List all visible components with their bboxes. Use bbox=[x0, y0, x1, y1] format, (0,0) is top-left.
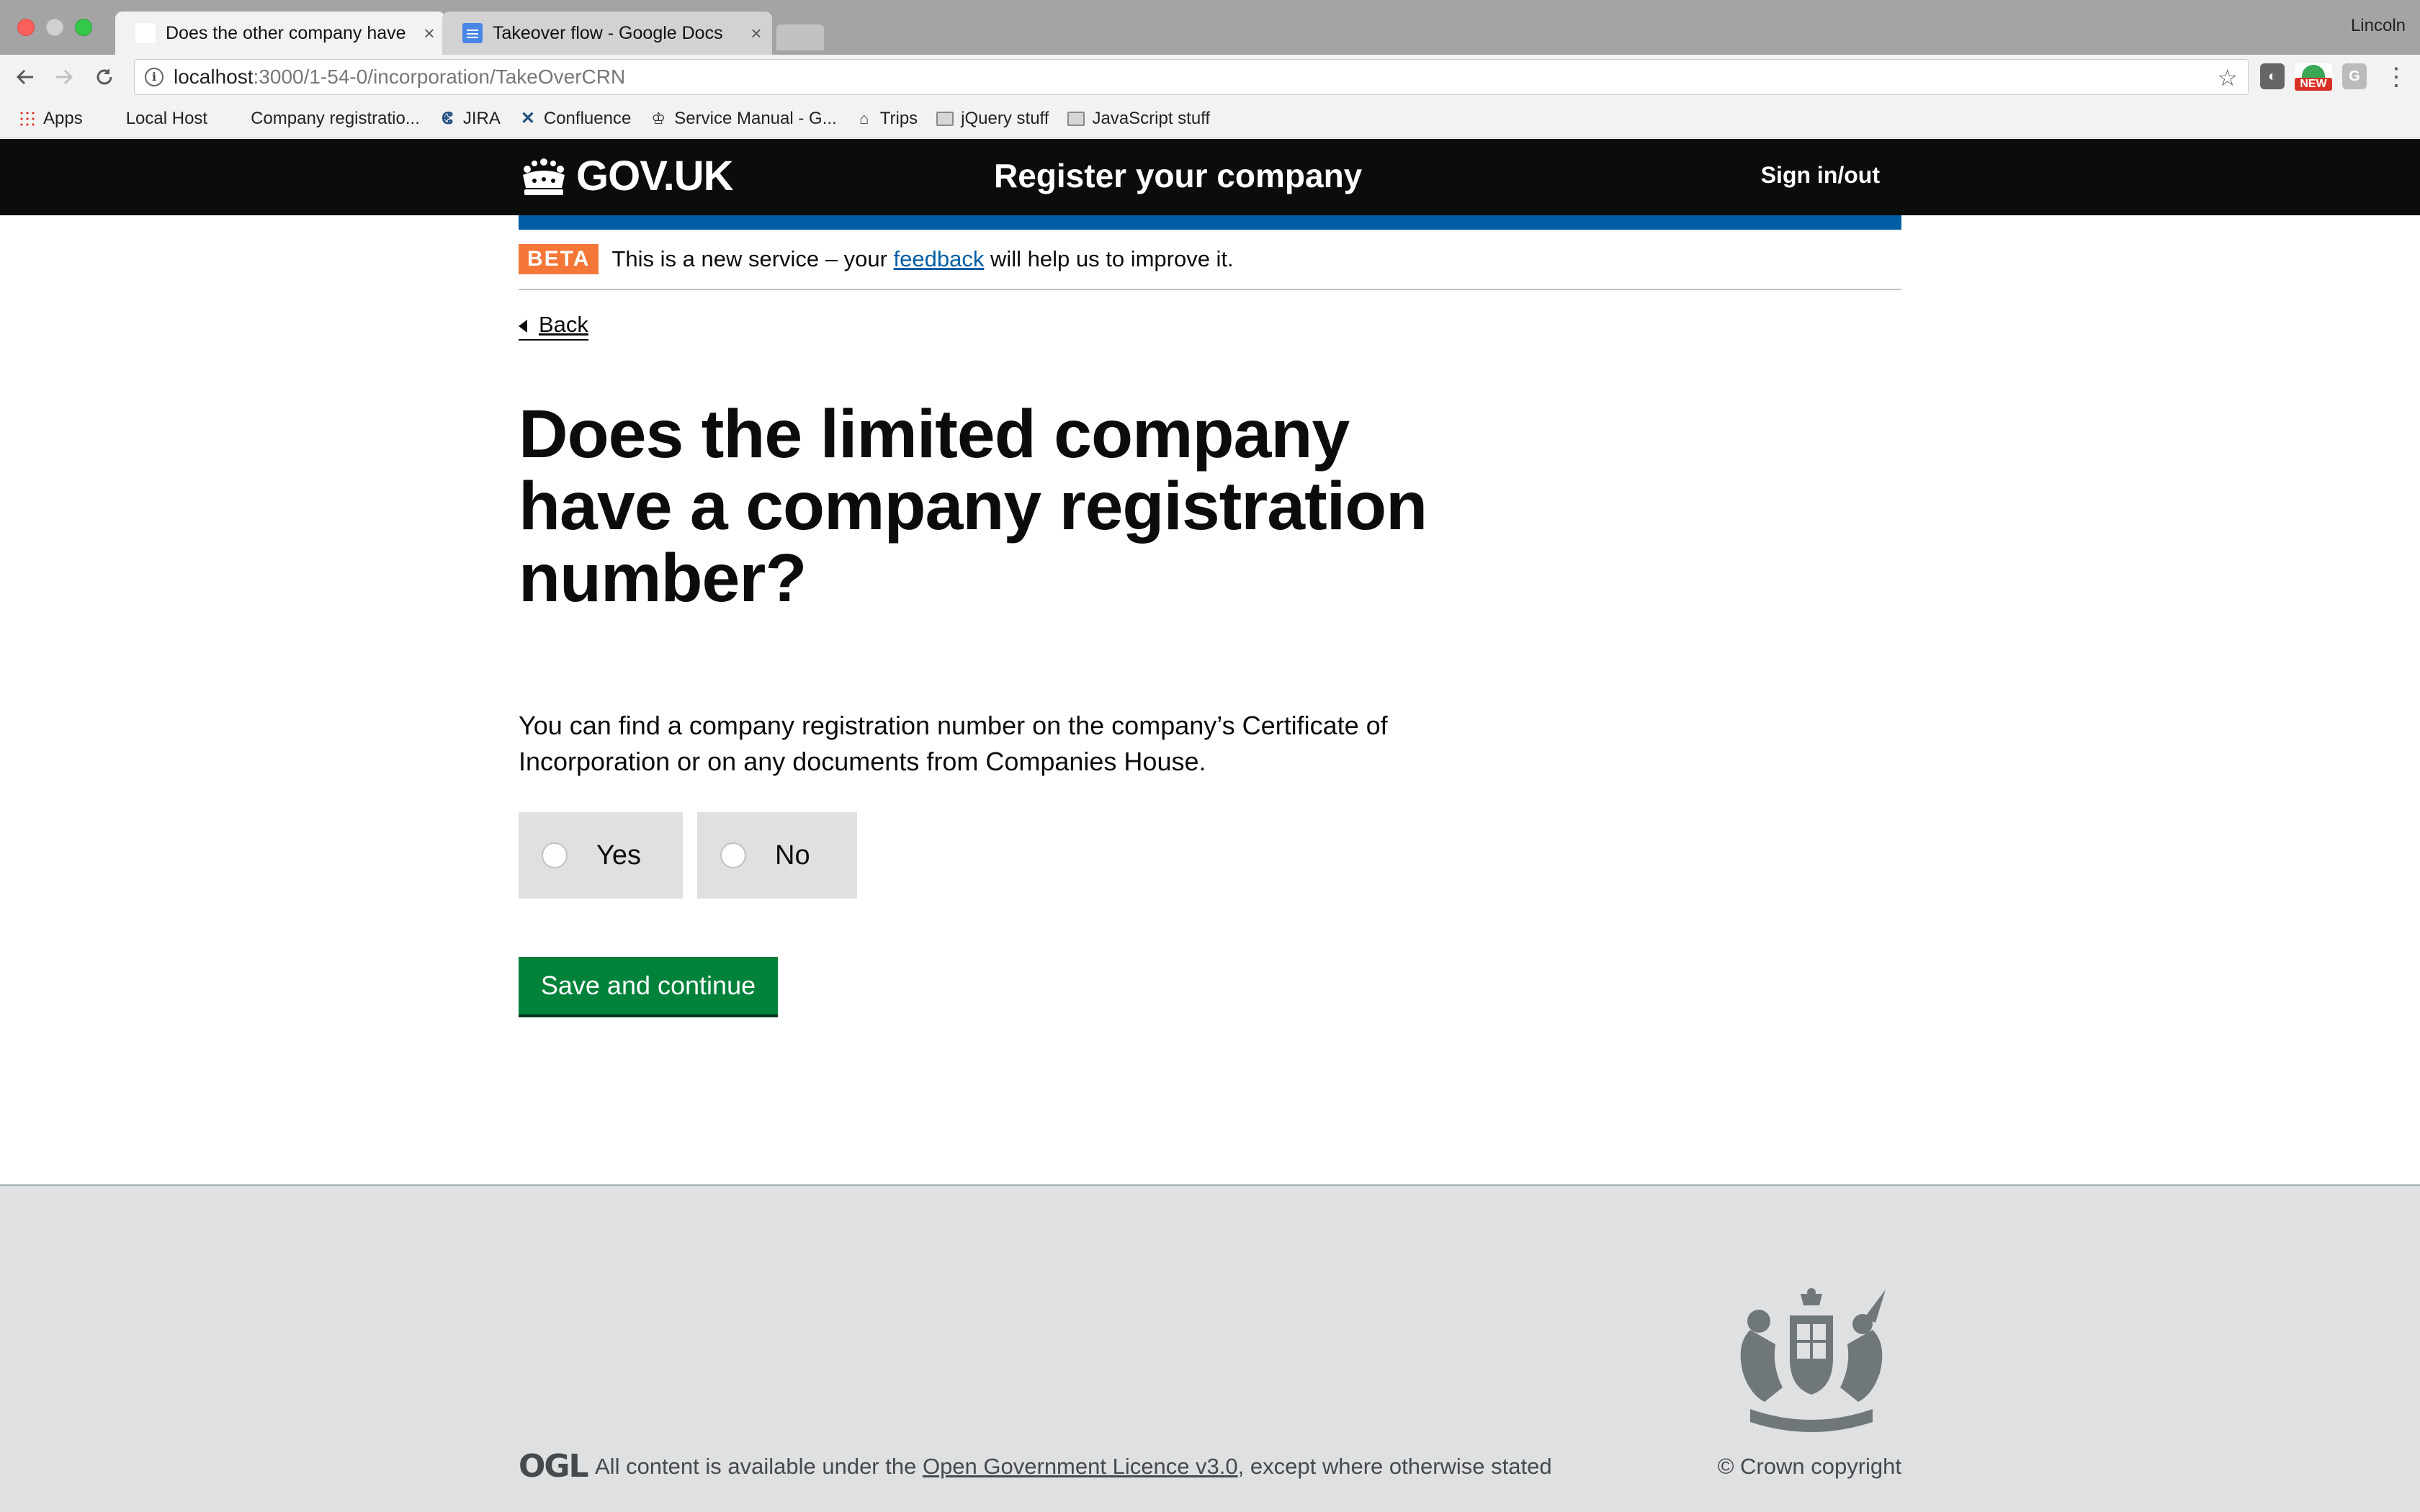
extension-icon[interactable]: ◐ bbox=[2260, 63, 2285, 89]
extension-new-icon[interactable]: NEW bbox=[2295, 63, 2332, 91]
crown-icon bbox=[523, 158, 565, 195]
tab-title: Takeover flow - Google Docs bbox=[493, 22, 723, 43]
address-bar[interactable]: i localhost:3000/1-54-0/incorporation/Ta… bbox=[134, 59, 2249, 95]
maximize-window-button[interactable] bbox=[75, 19, 92, 36]
radio-label-no[interactable]: No bbox=[775, 840, 810, 871]
browser-menu-icon[interactable]: ⋮ bbox=[2384, 60, 2408, 94]
back-arrow-icon[interactable] bbox=[9, 60, 42, 94]
browser-tab-active[interactable]: Does the other company have × bbox=[115, 12, 445, 55]
bookmark-local-host[interactable]: Local Host bbox=[102, 109, 207, 129]
google-docs-icon bbox=[462, 23, 483, 43]
bookmark-confluence[interactable]: ✕ Confluence bbox=[519, 109, 631, 129]
tab-title: Does the other company have bbox=[166, 22, 406, 43]
jira-icon: ⵞ bbox=[442, 109, 453, 127]
radio-option-yes[interactable]: Yes bbox=[519, 812, 683, 899]
back-link[interactable]: Back bbox=[519, 312, 588, 341]
phase-banner-text: This is a new service – your feedback wi… bbox=[611, 246, 1234, 271]
footer: OGL All content is available under the O… bbox=[0, 1184, 2420, 1512]
page-content: GOV.UK Register your company Sign in/out… bbox=[0, 139, 2420, 1512]
beta-tag: BETA bbox=[519, 244, 599, 274]
blank-page-icon bbox=[226, 110, 243, 127]
browser-toolbar: i localhost:3000/1-54-0/incorporation/Ta… bbox=[0, 55, 2420, 99]
bookmark-company-registration[interactable]: Company registratio... bbox=[226, 109, 420, 129]
crown-icon: ♔ bbox=[651, 109, 666, 127]
crown-copyright-link[interactable]: © Crown copyright bbox=[1718, 1454, 1901, 1480]
govuk-logo[interactable]: GOV.UK bbox=[519, 152, 733, 200]
open-government-licence-link[interactable]: Open Government Licence v3.0 bbox=[923, 1454, 1238, 1479]
apps-grid-icon bbox=[19, 109, 36, 127]
bookmarks-bar: Apps Local Host Company registratio... ⵞ… bbox=[0, 99, 2420, 138]
bookmark-jira[interactable]: ⵞ JIRA bbox=[439, 109, 501, 129]
bookmark-trips[interactable]: ⌂ Trips bbox=[856, 109, 918, 129]
trips-icon: ⌂ bbox=[859, 109, 869, 127]
forward-arrow-icon[interactable] bbox=[48, 60, 81, 94]
page-favicon-icon bbox=[135, 23, 156, 43]
confluence-icon: ✕ bbox=[520, 108, 535, 128]
royal-coat-of-arms-icon bbox=[1740, 1288, 1886, 1432]
url-text[interactable]: localhost:3000/1-54-0/incorporation/Take… bbox=[174, 66, 625, 89]
radio-label-yes[interactable]: Yes bbox=[596, 840, 641, 871]
sign-in-out-link[interactable]: Sign in/out bbox=[1761, 162, 1880, 189]
browser-tab-google-docs[interactable]: Takeover flow - Google Docs × bbox=[442, 12, 772, 55]
govuk-logo-text: GOV.UK bbox=[576, 153, 733, 199]
browser-titlebar: Does the other company have × Takeover f… bbox=[0, 0, 2420, 55]
ogl-logo: OGL bbox=[519, 1448, 589, 1485]
tab-close-icon[interactable]: × bbox=[413, 22, 445, 45]
hint-text: You can find a company registration numb… bbox=[519, 711, 1388, 776]
page-title: Does the limited company have a company … bbox=[519, 396, 1428, 616]
reload-icon[interactable] bbox=[88, 60, 121, 94]
minimize-window-button[interactable] bbox=[46, 19, 63, 36]
extension-g-icon[interactable]: G bbox=[2342, 63, 2367, 89]
bookmark-jquery-stuff[interactable]: jQuery stuff bbox=[936, 109, 1049, 129]
radio-group: Yes No bbox=[519, 812, 871, 899]
bookmark-apps[interactable]: Apps bbox=[19, 109, 83, 129]
govuk-header: GOV.UK Register your company Sign in/out bbox=[0, 139, 2420, 215]
radio-button-no[interactable] bbox=[720, 842, 746, 868]
folder-icon bbox=[936, 111, 954, 126]
bookmark-star-icon[interactable]: ☆ bbox=[2217, 64, 2238, 91]
licence-text: All content is available under the Open … bbox=[595, 1454, 1552, 1479]
back-triangle-icon bbox=[519, 320, 527, 333]
folder-icon bbox=[1067, 111, 1085, 126]
close-window-button[interactable] bbox=[17, 19, 35, 36]
phase-banner: BETA This is a new service – your feedba… bbox=[519, 230, 1901, 290]
bookmark-javascript-stuff[interactable]: JavaScript stuff bbox=[1067, 109, 1210, 129]
radio-button-yes[interactable] bbox=[542, 842, 568, 868]
profile-name[interactable]: Lincoln bbox=[2351, 16, 2406, 36]
service-name[interactable]: Register your company bbox=[994, 156, 1362, 195]
tab-close-icon[interactable]: × bbox=[740, 22, 772, 45]
bookmark-service-manual[interactable]: ♔ Service Manual - G... bbox=[650, 109, 836, 129]
info-icon[interactable]: i bbox=[145, 68, 163, 86]
header-blue-bar bbox=[519, 215, 1901, 230]
feedback-link[interactable]: feedback bbox=[894, 246, 985, 271]
new-tab-button[interactable] bbox=[776, 24, 824, 50]
save-and-continue-button[interactable]: Save and continue bbox=[519, 957, 778, 1014]
blank-page-icon bbox=[102, 110, 119, 127]
radio-option-no[interactable]: No bbox=[697, 812, 857, 899]
